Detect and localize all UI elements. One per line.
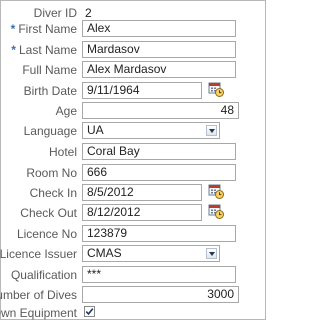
- check-in-field[interactable]: 8/5/2012: [82, 184, 202, 201]
- qualification-field[interactable]: ***: [82, 266, 236, 283]
- checkmark-icon: [85, 308, 94, 316]
- licence-no-field[interactable]: 123879: [82, 225, 236, 242]
- calendar-icon[interactable]: [208, 203, 224, 219]
- birth-date-field[interactable]: 9/11/1964: [82, 82, 202, 99]
- calendar-icon[interactable]: [208, 183, 224, 199]
- hotel-label: Hotel: [48, 145, 77, 159]
- diver-id-value: 2: [85, 6, 92, 20]
- first-name-field[interactable]: Alex: [82, 20, 236, 37]
- licence-issuer-selected-value: CMAS: [87, 246, 122, 260]
- room-no-field[interactable]: 666: [82, 164, 236, 181]
- chevron-down-icon[interactable]: [206, 125, 217, 136]
- licence-issuer-label: Licence Issuer: [0, 247, 77, 261]
- required-asterisk: *: [10, 22, 16, 36]
- chevron-down-icon[interactable]: [206, 248, 217, 259]
- birth-date-label: Birth Date: [23, 84, 77, 98]
- number-of-dives-label: Number of Dives: [0, 288, 77, 302]
- form-panel: Diver ID 2 * First Name Alex * Last Name M…: [0, 0, 266, 320]
- diver-id-label: Diver ID: [33, 6, 77, 20]
- full-name-field[interactable]: Alex Mardasov: [82, 61, 236, 78]
- own-equipment-label: Own Equipment: [0, 306, 77, 320]
- language-selected-value: UA: [87, 123, 104, 137]
- age-field[interactable]: 48: [82, 102, 239, 119]
- hotel-field[interactable]: Coral Bay: [82, 143, 236, 160]
- qualification-label: Qualification: [10, 268, 77, 282]
- last-name-field[interactable]: Mardasov: [82, 41, 236, 58]
- required-asterisk: *: [11, 43, 16, 57]
- room-no-label: Room No: [26, 166, 77, 180]
- calendar-icon[interactable]: [208, 81, 224, 97]
- own-equipment-checkbox[interactable]: [84, 306, 95, 317]
- check-out-label: Check Out: [20, 206, 77, 220]
- licence-no-label: Licence No: [16, 227, 77, 241]
- last-name-label: * Last Name: [11, 43, 77, 57]
- language-select[interactable]: UA: [82, 122, 220, 139]
- check-in-label: Check In: [29, 186, 77, 200]
- number-of-dives-field[interactable]: 3000: [82, 286, 239, 303]
- language-label: Language: [23, 124, 77, 138]
- check-out-field[interactable]: 8/12/2012: [82, 204, 202, 221]
- licence-issuer-select[interactable]: CMAS: [82, 245, 220, 262]
- full-name-label: Full Name: [22, 63, 77, 77]
- first-name-label: * First Name: [10, 22, 77, 36]
- age-label: Age: [55, 104, 77, 118]
